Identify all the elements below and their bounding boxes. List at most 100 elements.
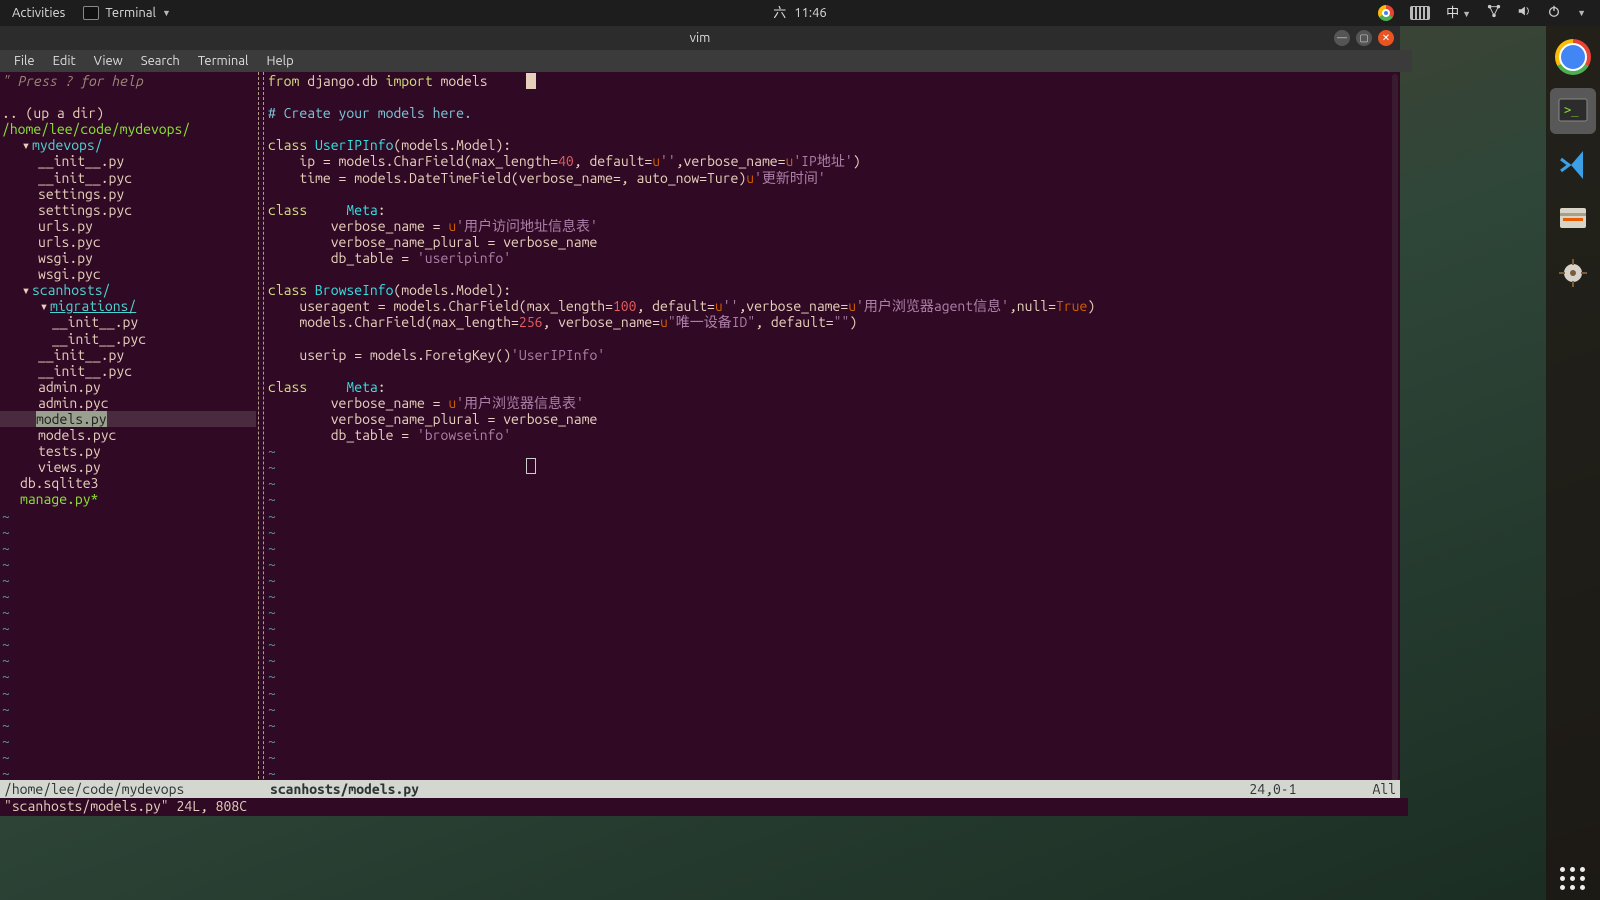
status-right-file: scanhosts/models.py: [266, 781, 423, 797]
editor-pane[interactable]: from django.db import models # Create yo…: [264, 72, 1400, 814]
dock-vscode[interactable]: [1550, 142, 1596, 188]
tilde: ~: [268, 556, 1396, 572]
chrome-status-icon[interactable]: [1378, 5, 1394, 21]
menu-file[interactable]: File: [6, 52, 43, 71]
code-line: class BrowseInfo(models.Model):: [268, 282, 1396, 298]
tilde: ~: [2, 556, 256, 572]
keyboard-icon[interactable]: [1410, 6, 1430, 20]
tilde: ~: [268, 524, 1396, 540]
tree-item[interactable]: __init__.pyc: [2, 170, 256, 186]
dock-apps-button[interactable]: [1560, 867, 1586, 890]
svg-text:>_: >_: [1564, 103, 1579, 117]
tilde: ~: [268, 685, 1396, 701]
sound-icon[interactable]: [1517, 4, 1531, 22]
power-icon[interactable]: [1547, 4, 1561, 22]
code-line: class Meta:: [268, 202, 1396, 218]
tree-item[interactable]: models.pyc: [2, 427, 256, 443]
tree-item[interactable]: urls.py: [2, 218, 256, 234]
tilde: ~: [2, 652, 256, 668]
menu-search[interactable]: Search: [133, 52, 188, 71]
maximize-button[interactable]: ▢: [1356, 30, 1372, 46]
tree-item[interactable]: __init__.py: [2, 347, 256, 363]
menu-terminal[interactable]: Terminal: [190, 52, 257, 71]
tilde: ~: [2, 508, 256, 524]
tilde: ~: [268, 459, 1396, 475]
code-line: useragent = models.CharField(max_length=…: [268, 298, 1396, 314]
scrollbar[interactable]: [1392, 74, 1398, 812]
dock-chrome[interactable]: [1550, 34, 1596, 80]
tree-item[interactable]: __init__.py: [2, 153, 256, 169]
dock-settings[interactable]: [1550, 250, 1596, 296]
clock-time: 11:46: [794, 6, 827, 21]
tree-item[interactable]: tests.py: [2, 443, 256, 459]
tree-item[interactable]: __init__.pyc: [2, 363, 256, 379]
tilde: ~: [268, 620, 1396, 636]
tree-item[interactable]: urls.pyc: [2, 234, 256, 250]
vim-cmdline[interactable]: "scanhosts/models.py" 24L, 808C: [0, 798, 1408, 816]
tree-item[interactable]: settings.py: [2, 186, 256, 202]
system-menu-chevron-icon[interactable]: ▼: [1577, 8, 1586, 18]
tilde: ~: [2, 572, 256, 588]
tree-item[interactable]: settings.pyc: [2, 202, 256, 218]
clock[interactable]: 六 11:46: [773, 6, 827, 21]
code-line: from django.db import models: [268, 73, 1396, 89]
code-line: [268, 121, 1396, 137]
status-percent: All: [1368, 781, 1400, 797]
tree-updir[interactable]: .. (up a dir): [2, 105, 256, 121]
tilde: ~: [268, 572, 1396, 588]
tilde: ~: [2, 701, 256, 717]
minimize-button[interactable]: —: [1334, 30, 1350, 46]
tree-item[interactable]: __init__.pyc: [2, 331, 256, 347]
tilde: ~: [268, 588, 1396, 604]
tilde: ~: [2, 685, 256, 701]
terminal-icon: [83, 6, 99, 20]
tree-item[interactable]: ▾migrations/: [2, 298, 256, 314]
app-menu[interactable]: Terminal ▼: [83, 6, 171, 21]
code-line: class UserIPInfo(models.Model):: [268, 137, 1396, 153]
tilde: ~: [2, 588, 256, 604]
tree-item[interactable]: manage.py*: [2, 491, 256, 507]
tree-item[interactable]: views.py: [2, 459, 256, 475]
tree-item[interactable]: ▾mydevops/: [2, 137, 256, 153]
tilde: ~: [268, 491, 1396, 507]
tilde: ~: [2, 668, 256, 684]
menu-help[interactable]: Help: [258, 52, 301, 71]
network-icon[interactable]: [1487, 4, 1501, 22]
clock-day: 六: [773, 6, 786, 21]
tree-item[interactable]: __init__.py: [2, 314, 256, 330]
tree-item[interactable]: admin.pyc: [2, 395, 256, 411]
code-line: db_table = 'useripinfo': [268, 250, 1396, 266]
nerdtree-pane[interactable]: " Press ? for help .. (up a dir)/home/le…: [0, 72, 258, 814]
tilde: ~: [2, 733, 256, 749]
window-titlebar[interactable]: vim — ▢ ✕: [0, 26, 1400, 50]
tree-item[interactable]: db.sqlite3: [2, 475, 256, 491]
close-button[interactable]: ✕: [1378, 30, 1394, 46]
code-line: class Meta:: [268, 379, 1396, 395]
code-line: models.CharField(max_length=256, verbose…: [268, 314, 1396, 330]
tree-help: " Press ? for help: [2, 73, 256, 89]
tilde: ~: [268, 652, 1396, 668]
dock-terminal[interactable]: >_: [1550, 88, 1596, 134]
tilde: ~: [2, 620, 256, 636]
activities-button[interactable]: Activities: [12, 6, 65, 21]
code-line: verbose_name_plural = verbose_name: [268, 411, 1396, 427]
code-line: [268, 363, 1396, 379]
tree-item[interactable]: ▾scanhosts/: [2, 282, 256, 298]
tilde: ~: [268, 443, 1396, 459]
tilde: ~: [2, 524, 256, 540]
code-line: userip = models.ForeigKey()'UserIPInfo': [268, 347, 1396, 363]
tree-cwd[interactable]: /home/lee/code/mydevops/: [2, 121, 256, 137]
tree-item[interactable]: wsgi.pyc: [2, 266, 256, 282]
ime-indicator[interactable]: 中 ▼: [1446, 6, 1471, 21]
tilde: ~: [268, 717, 1396, 733]
dock-files[interactable]: [1550, 196, 1596, 242]
menu-edit[interactable]: Edit: [45, 52, 84, 71]
code-line: [268, 266, 1396, 282]
vim-area: " Press ? for help .. (up a dir)/home/le…: [0, 72, 1400, 814]
app-menu-label: Terminal: [105, 6, 156, 21]
tree-item[interactable]: wsgi.py: [2, 250, 256, 266]
menu-view[interactable]: View: [86, 52, 131, 71]
tree-item[interactable]: models.py: [0, 411, 256, 427]
tree-item[interactable]: admin.py: [2, 379, 256, 395]
tilde: ~: [268, 604, 1396, 620]
